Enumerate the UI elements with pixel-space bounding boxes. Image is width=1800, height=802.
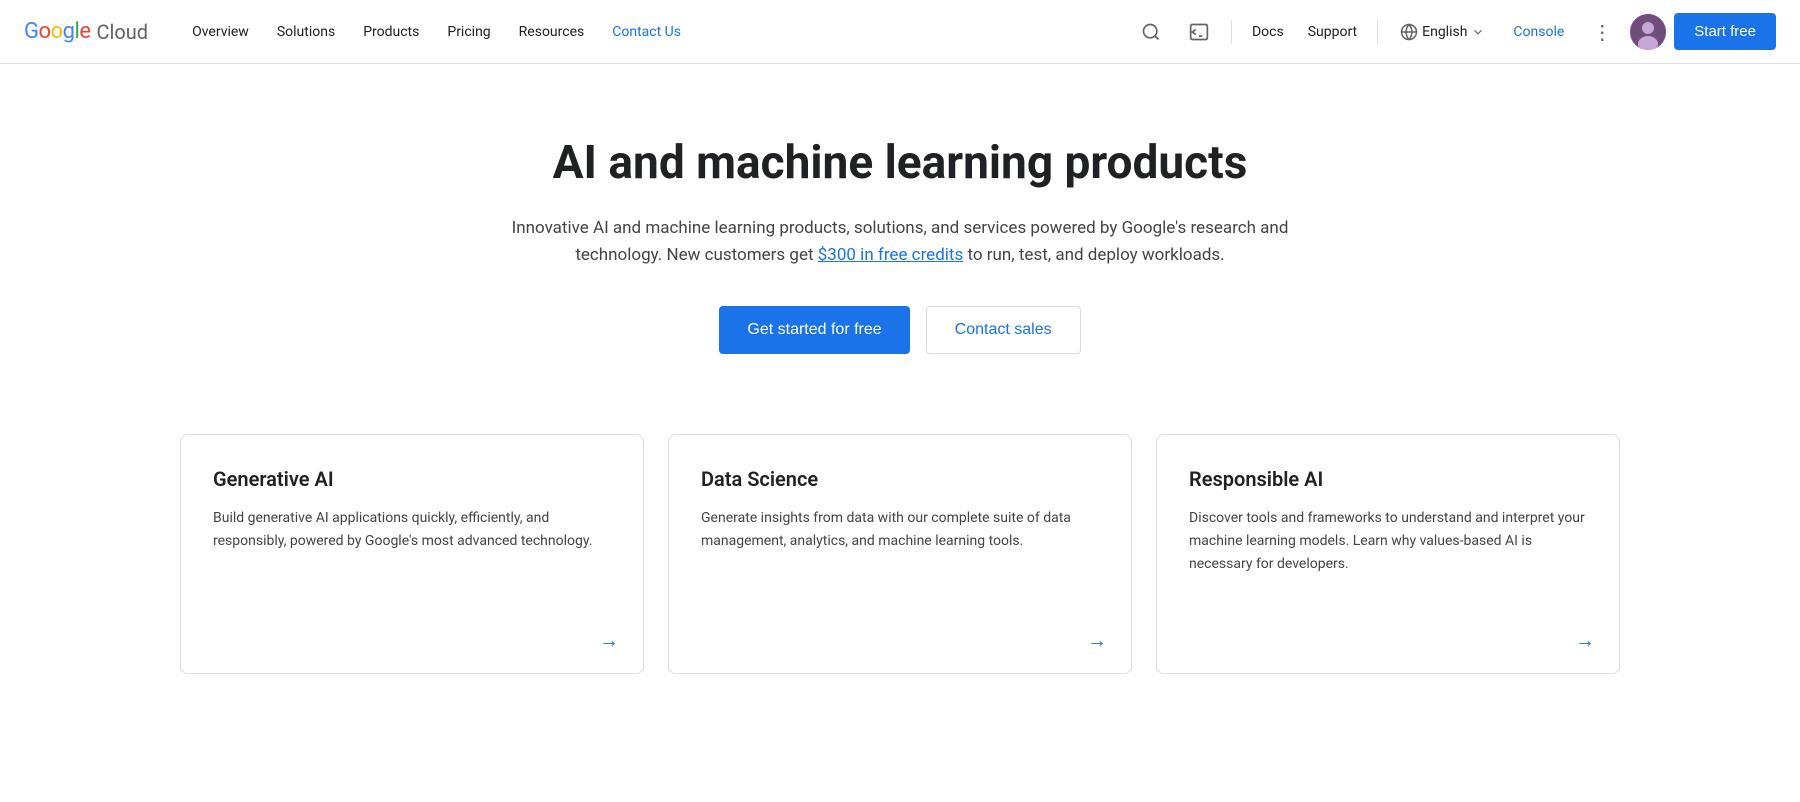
- card-generative-ai[interactable]: Generative AI Build generative AI applic…: [180, 434, 644, 674]
- chevron-down-icon: [1471, 25, 1485, 39]
- card-arrow-generative-ai: →: [599, 628, 619, 653]
- logo-google-text: Google: [24, 19, 90, 44]
- user-avatar[interactable]: [1630, 14, 1666, 50]
- nav-overview[interactable]: Overview: [180, 16, 261, 48]
- nav-links: Overview Solutions Products Pricing Reso…: [180, 16, 1131, 48]
- nav-solutions[interactable]: Solutions: [265, 16, 347, 48]
- card-desc-generative-ai: Build generative AI applications quickly…: [213, 507, 611, 553]
- logo[interactable]: Google Cloud: [24, 19, 148, 44]
- nav-divider: [1231, 20, 1232, 44]
- contact-sales-button[interactable]: Contact sales: [926, 306, 1081, 354]
- language-label: English: [1422, 24, 1467, 40]
- nav-contact-us[interactable]: Contact Us: [600, 16, 693, 48]
- card-title-responsible-ai: Responsible AI: [1189, 467, 1587, 491]
- support-link[interactable]: Support: [1300, 16, 1365, 48]
- nav-resources[interactable]: Resources: [507, 16, 597, 48]
- nav-pricing[interactable]: Pricing: [435, 16, 502, 48]
- cards-section: Generative AI Build generative AI applic…: [100, 414, 1700, 734]
- nav-right: Docs Support English Console ⋮ Start fre…: [1131, 12, 1776, 52]
- nav-products[interactable]: Products: [351, 16, 431, 48]
- more-options-button[interactable]: ⋮: [1582, 12, 1622, 52]
- logo-cloud-text: Cloud: [96, 20, 148, 44]
- nav-divider-2: [1377, 20, 1378, 44]
- card-data-science[interactable]: Data Science Generate insights from data…: [668, 434, 1132, 674]
- console-link[interactable]: Console: [1503, 16, 1574, 48]
- card-arrow-responsible-ai: →: [1575, 628, 1595, 653]
- card-arrow-data-science: →: [1087, 628, 1107, 653]
- card-responsible-ai[interactable]: Responsible AI Discover tools and framew…: [1156, 434, 1620, 674]
- get-started-button[interactable]: Get started for free: [719, 306, 909, 354]
- card-desc-data-science: Generate insights from data with our com…: [701, 507, 1099, 553]
- avatar-icon: [1630, 14, 1666, 50]
- navbar: Google Cloud Overview Solutions Products…: [0, 0, 1800, 64]
- credits-link[interactable]: $300 in free credits: [818, 245, 964, 265]
- card-title-data-science: Data Science: [701, 467, 1099, 491]
- hero-section: AI and machine learning products Innovat…: [470, 64, 1330, 414]
- language-selector[interactable]: English: [1390, 15, 1495, 49]
- globe-icon: [1400, 23, 1418, 41]
- hero-subtitle-after: to run, test, and deploy workloads.: [963, 245, 1224, 265]
- search-button[interactable]: [1131, 12, 1171, 52]
- hero-title: AI and machine learning products: [494, 136, 1306, 191]
- card-desc-responsible-ai: Discover tools and frameworks to underst…: [1189, 507, 1587, 576]
- hero-subtitle: Innovative AI and machine learning produ…: [494, 215, 1306, 269]
- card-title-generative-ai: Generative AI: [213, 467, 611, 491]
- docs-link[interactable]: Docs: [1244, 16, 1292, 48]
- terminal-icon[interactable]: [1179, 12, 1219, 52]
- start-free-button[interactable]: Start free: [1674, 13, 1776, 50]
- hero-buttons: Get started for free Contact sales: [494, 306, 1306, 354]
